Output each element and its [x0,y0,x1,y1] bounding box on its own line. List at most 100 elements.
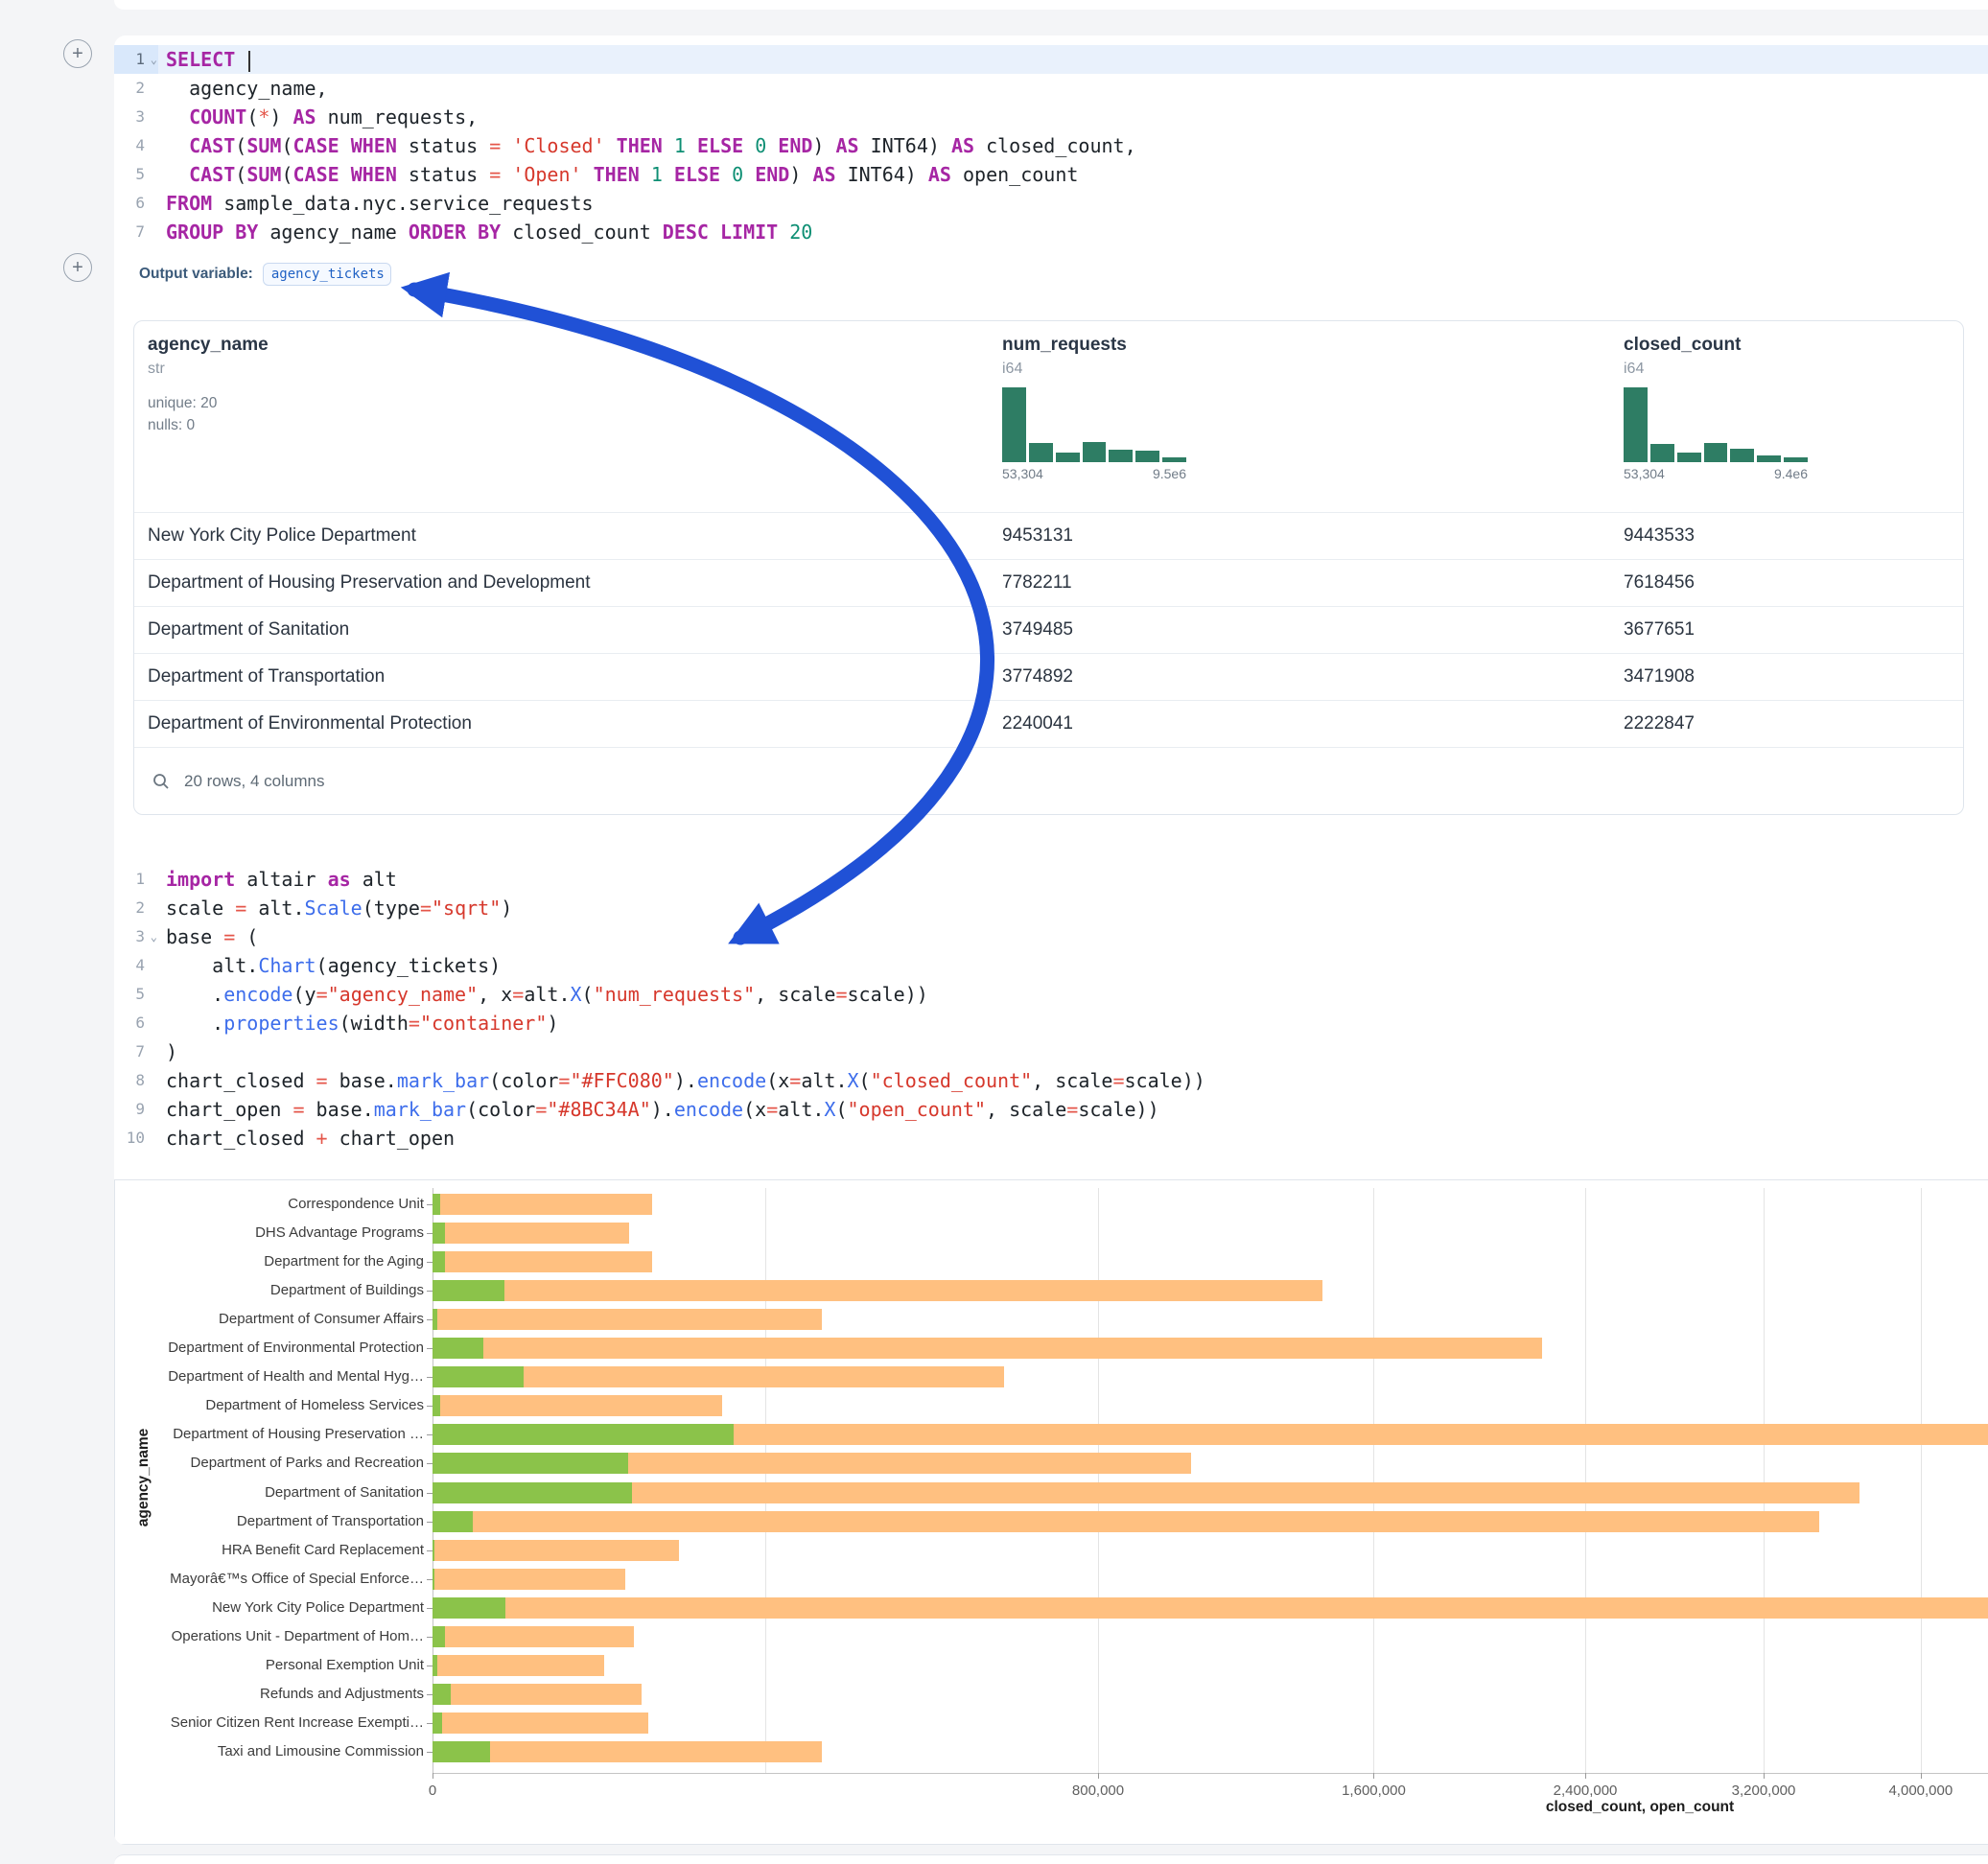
histogram-bar [1083,442,1107,462]
x-axis-tick [1373,1773,1374,1779]
row-column-count: 20 rows, 4 columns [184,772,324,791]
table-body: New York City Police Department945313194… [134,512,1963,747]
text-cursor [248,51,250,72]
output-variable-chip[interactable]: agency_tickets [263,263,391,286]
code-line: 1import altair as alt [114,865,1988,894]
table-cell: 3749485 [1002,619,1624,641]
notebook-cell-group: 1⌄SELECT 2 agency_name,3 COUNT(*) AS num… [114,35,1988,1845]
code-line: 1⌄SELECT [114,45,1988,74]
bar-closed_count [433,1713,648,1734]
line-number: 9 [114,1095,158,1124]
column-dtype: i64 [1002,361,1624,378]
table-cell: 2240041 [1002,713,1624,734]
bar-open_count [433,1540,434,1561]
code-line: 2scale = alt.Scale(type="sqrt") [114,894,1988,922]
bar-closed_count [433,1338,1542,1359]
bar-closed_count [433,1395,722,1416]
histogram-range: 53,304 9.4e6 [1624,466,1808,481]
y-axis-label: Taxi and Limousine Commission [115,1743,424,1759]
x-tick-label: 800,000 [1072,1782,1124,1799]
bar-open_count [433,1713,442,1734]
collapse-icon[interactable]: ⌄ [151,922,157,951]
y-axis-label: Refunds and Adjustments [115,1686,424,1702]
table-row: Department of Environmental Protection22… [134,700,1963,747]
bar-open_count [433,1684,451,1705]
histogram-bar [1056,453,1080,462]
line-number: 7 [114,1037,158,1066]
gridline [1764,1188,1765,1773]
histogram-bar [1650,444,1674,462]
table-cell: 3677651 [1624,619,1963,641]
table-cell: 9443533 [1624,525,1963,547]
bar-closed_count [433,1251,652,1272]
histogram-bar [1677,453,1701,462]
line-number: 1 [114,865,158,894]
bar-open_count [433,1424,734,1445]
x-axis-tick [1921,1773,1922,1779]
column-histogram [1624,387,1808,462]
table-row: Department of Housing Preservation and D… [134,559,1963,606]
bar-closed_count [433,1597,1988,1619]
column-histogram [1002,387,1186,462]
table-row: New York City Police Department945313194… [134,512,1963,559]
code-line: 4 CAST(SUM(CASE WHEN status = 'Closed' T… [114,131,1988,160]
line-number: 6 [114,1009,158,1037]
collapse-icon[interactable]: ⌄ [151,45,157,74]
table-cell: New York City Police Department [148,525,1002,547]
python-editor[interactable]: 1import altair as alt2scale = alt.Scale(… [114,852,1988,1153]
column-unique-count: unique: 20 [148,395,1002,412]
add-cell-button-below-sql[interactable]: + [63,253,92,282]
y-axis-label: Department of Buildings [115,1282,424,1298]
bar-closed_count [433,1482,1859,1503]
bar-open_count [433,1741,490,1762]
x-tick-label: 4,000,000 [1888,1782,1953,1799]
bar-closed_count [433,1223,629,1244]
line-number: 3 [114,103,158,131]
column-header-closed-count: closed_count i64 53,304 9.4e6 [1624,335,1963,512]
bar-open_count [433,1482,632,1503]
bar-open_count [433,1655,437,1676]
column-dtype: i64 [1624,361,1963,378]
y-axis-label: Operations Unit - Department of Hom… [115,1628,424,1644]
search-icon[interactable] [152,772,171,791]
bar-open_count [433,1309,437,1330]
column-name: agency_name [148,335,1002,356]
line-number: 7 [114,218,158,246]
table-cell: 2222847 [1624,713,1963,734]
gridline [1098,1188,1099,1773]
sql-editor[interactable]: 1⌄SELECT 2 agency_name,3 COUNT(*) AS num… [114,45,1988,246]
column-header-agency-name: agency_name str unique: 20 nulls: 0 [148,335,1002,512]
x-tick-label: 0 [429,1782,436,1799]
histogram-max: 9.5e6 [1153,466,1186,481]
line-number: 8 [114,1066,158,1095]
bar-closed_count [433,1309,822,1330]
code-line: 3⌄base = ( [114,922,1988,951]
bar-open_count [433,1194,440,1215]
histogram-min: 53,304 [1624,466,1665,481]
histogram-bar [1002,387,1026,462]
y-axis-label: Department of Health and Mental Hyg… [115,1368,424,1385]
gridline [1921,1188,1922,1773]
bar-open_count [433,1280,504,1301]
column-dtype: str [148,361,1002,378]
bar-open_count [433,1511,473,1532]
code-line: 6 .properties(width="container") [114,1009,1988,1037]
add-cell-button-top[interactable]: + [63,39,92,68]
code-line: 3 COUNT(*) AS num_requests, [114,103,1988,131]
y-axis-label: Department of Transportation [115,1513,424,1529]
column-name: closed_count [1624,335,1963,356]
table-cell: 7618456 [1624,572,1963,594]
line-number: 5 [114,160,158,189]
x-axis-tick [1764,1773,1765,1779]
histogram-bar [1029,443,1053,462]
x-axis [433,1773,1988,1774]
table-cell: 3774892 [1002,666,1624,687]
histogram-bar [1109,450,1133,462]
column-header-num-requests: num_requests i64 53,304 9.5e6 [1002,335,1624,512]
bar-closed_count [433,1280,1322,1301]
table-row: Department of Sanitation37494853677651 [134,606,1963,653]
x-tick-label: 2,400,000 [1554,1782,1618,1799]
line-number: 10 [114,1124,158,1153]
x-axis-title: closed_count, open_count [1546,1799,1734,1816]
code-line: 8chart_closed = base.mark_bar(color="#FF… [114,1066,1988,1095]
